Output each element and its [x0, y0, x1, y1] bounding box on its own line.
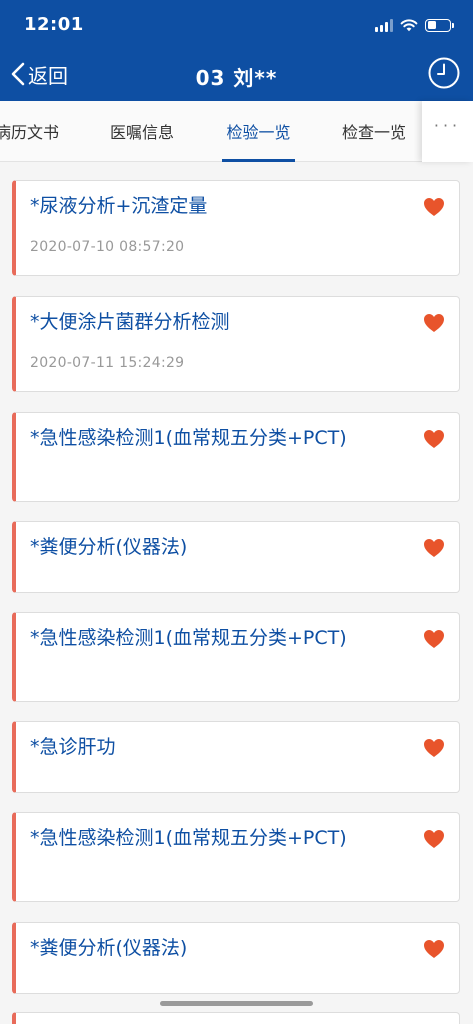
heart-icon[interactable] — [423, 313, 445, 333]
wifi-icon — [400, 19, 418, 32]
list-item[interactable]: *急性感染检测1(血常规五分类+PCT) — [12, 412, 460, 502]
page-title: 03 刘** — [195, 66, 278, 90]
item-name: *急性感染检测1(血常规五分类+PCT) — [30, 427, 347, 449]
list-item[interactable]: *尿液分析+沉渣定量 2020-07-10 08:57:20 — [12, 180, 460, 276]
item-name: *急性感染检测1(血常规五分类+PCT) — [30, 827, 347, 849]
item-date: 2020-07-11 15:24:29 — [30, 355, 185, 371]
history-clock-icon[interactable] — [427, 56, 461, 90]
tab-examinations[interactable]: 检查一览 — [340, 101, 408, 162]
item-name: *粪便分析(仪器法) — [30, 937, 188, 959]
heart-icon[interactable] — [423, 197, 445, 217]
tab-medical-records[interactable]: 病历文书 — [0, 101, 62, 162]
heart-icon[interactable] — [423, 829, 445, 849]
nav-bar: 返回 03 刘** — [0, 50, 473, 101]
list-item[interactable]: *粪便分析(仪器法) — [12, 922, 460, 994]
cellular-signal-icon — [375, 18, 393, 32]
heart-icon[interactable] — [423, 939, 445, 959]
heart-icon[interactable] — [423, 538, 445, 558]
list-item[interactable]: *急性感染检测1(血常规五分类+PCT) — [12, 612, 460, 702]
status-bar: 12:01 — [0, 0, 473, 50]
status-icons — [375, 16, 454, 34]
home-indicator[interactable] — [160, 1001, 313, 1006]
tab-bar: 病历文书 医嘱信息 检验一览 检查一览 — [0, 101, 473, 162]
tab-lab-results[interactable]: 检验一览 — [222, 101, 295, 162]
list-item[interactable]: *急性感染检测1(血常规五分类+PCT) — [12, 812, 460, 902]
battery-icon — [425, 18, 454, 32]
item-name: *大便涂片菌群分析检测 — [30, 311, 230, 333]
list-item[interactable]: *急诊肝功 — [12, 721, 460, 793]
item-name: *急性感染检测1(血常规五分类+PCT) — [30, 627, 347, 649]
item-date: 2020-07-10 08:57:20 — [30, 239, 185, 255]
item-name: *急诊肝功 — [30, 736, 116, 758]
item-name: *尿液分析+沉渣定量 — [30, 195, 208, 217]
heart-icon[interactable] — [423, 629, 445, 649]
list-item[interactable]: *大便涂片菌群分析检测 2020-07-11 15:24:29 — [12, 296, 460, 392]
list-item[interactable]: *粪便分析(仪器法) — [12, 521, 460, 593]
list-item-partial[interactable] — [12, 1012, 460, 1024]
item-name: *粪便分析(仪器法) — [30, 536, 188, 558]
heart-icon[interactable] — [423, 429, 445, 449]
more-tabs-button[interactable]: ··· — [422, 101, 473, 162]
tab-orders[interactable]: 医嘱信息 — [106, 101, 178, 162]
heart-icon[interactable] — [423, 738, 445, 758]
status-time: 12:01 — [24, 14, 84, 35]
